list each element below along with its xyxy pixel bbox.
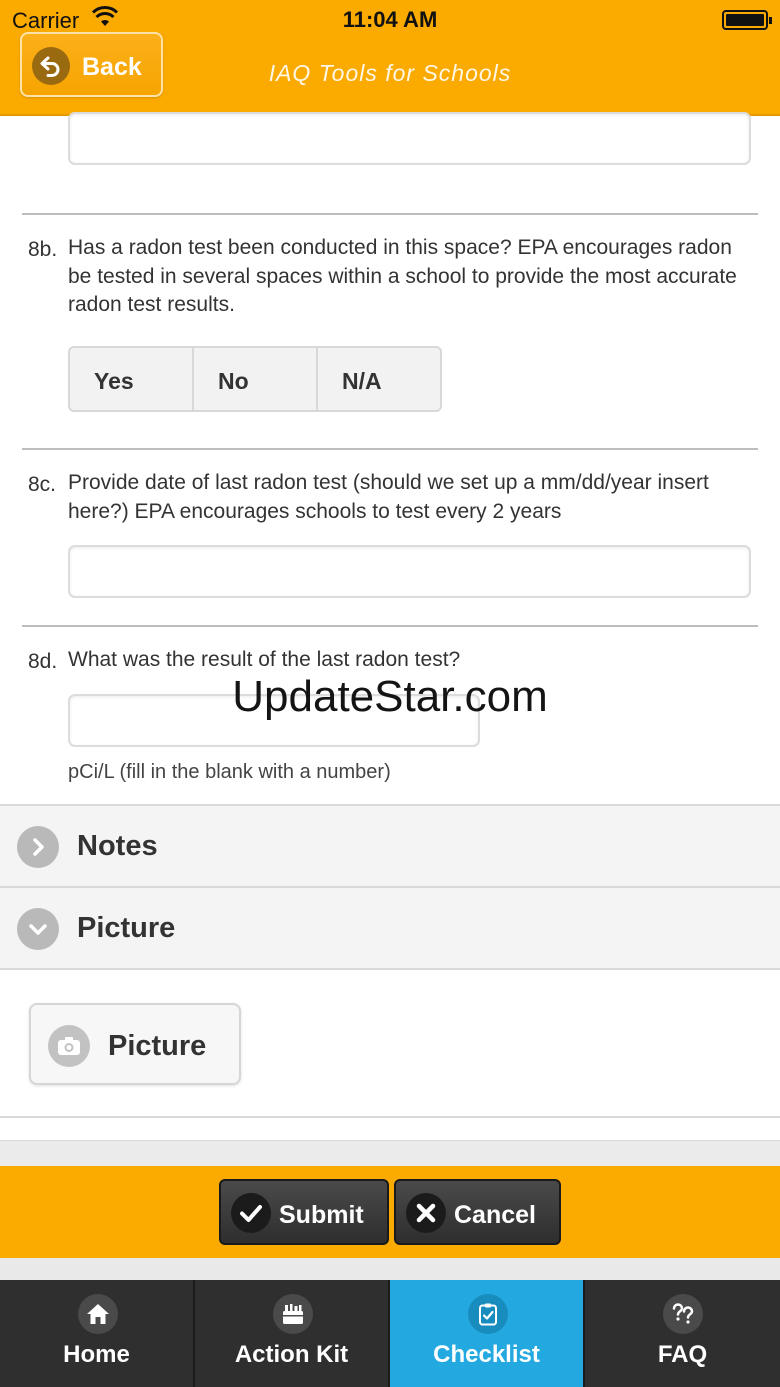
clock: 11:04 AM xyxy=(342,7,438,32)
tab-action-kit[interactable]: Action Kit xyxy=(195,1280,390,1387)
notes-section-header[interactable]: Notes xyxy=(0,804,780,886)
submit-label: Submit xyxy=(279,1201,364,1229)
action-bar: Submit Cancel xyxy=(0,1166,780,1258)
tab-label: Checklist xyxy=(433,1341,540,1368)
toolbox-icon xyxy=(273,1294,313,1334)
checklist-icon xyxy=(468,1294,508,1334)
question-text: Has a radon test been conducted in this … xyxy=(68,236,737,316)
question-number: 8d. xyxy=(28,650,58,673)
question-text: Provide date of last radon test (should … xyxy=(68,471,709,523)
watermark: UpdateStar.com xyxy=(232,672,548,721)
picture-button-label: Picture xyxy=(108,1030,207,1062)
submit-button[interactable]: Submit xyxy=(219,1179,389,1245)
spacer xyxy=(0,1258,780,1280)
camera-icon xyxy=(48,1025,90,1067)
app-title: IAQ Tools for Schools xyxy=(268,60,512,86)
tab-label: Home xyxy=(63,1341,130,1368)
question-number: 8b. xyxy=(28,238,58,261)
tab-faq[interactable]: FAQ xyxy=(585,1280,780,1387)
radon-test-answer-group: Yes No N/A xyxy=(68,346,442,412)
tab-checklist[interactable]: Checklist xyxy=(390,1280,585,1387)
picture-label: Picture xyxy=(77,912,176,944)
tab-home[interactable]: Home xyxy=(0,1280,195,1387)
tab-label: Action Kit xyxy=(234,1341,349,1368)
battery-icon xyxy=(722,10,772,30)
top-bar: Carrier 11:04 AM Back IAQ Tools for Scho… xyxy=(0,0,780,116)
divider xyxy=(22,625,758,627)
cancel-button[interactable]: Cancel xyxy=(394,1179,561,1245)
unit-note: pCi/L (fill in the blank with a number) xyxy=(68,761,391,783)
faq-icon xyxy=(663,1294,703,1334)
na-option[interactable]: N/A xyxy=(318,348,440,410)
chevron-down-icon xyxy=(17,908,59,950)
yes-option[interactable]: Yes xyxy=(70,348,194,410)
add-picture-button[interactable]: Picture xyxy=(29,1003,241,1085)
checkmark-icon xyxy=(231,1193,271,1233)
radon-test-date-input[interactable] xyxy=(68,545,751,598)
tab-bar: Home Action Kit Checklist FAQ xyxy=(0,1280,780,1387)
question-text: What was the result of the last radon te… xyxy=(68,648,461,671)
tab-label: FAQ xyxy=(657,1341,708,1368)
close-icon xyxy=(406,1193,446,1233)
no-option[interactable]: No xyxy=(194,348,318,410)
chevron-right-icon xyxy=(17,826,59,868)
divider xyxy=(22,213,758,215)
previous-answer-field[interactable] xyxy=(68,112,751,165)
cancel-label: Cancel xyxy=(454,1201,536,1229)
question-number: 8c. xyxy=(28,473,57,496)
home-icon xyxy=(78,1294,118,1334)
notes-label: Notes xyxy=(77,830,158,862)
spacer xyxy=(0,1140,780,1166)
picture-section-header[interactable]: Picture xyxy=(0,886,780,968)
divider xyxy=(22,448,758,450)
